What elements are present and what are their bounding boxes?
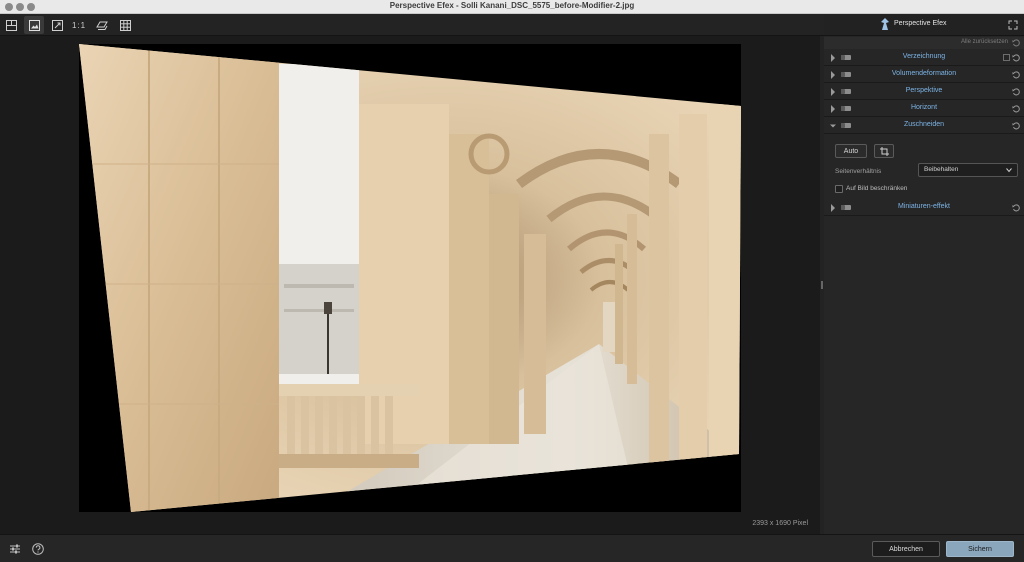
section-toggle[interactable]: [841, 205, 851, 210]
section-verzeichnung[interactable]: Verzeichnung: [824, 50, 1024, 66]
help-icon[interactable]: [32, 543, 44, 555]
section-label: Zuschneiden: [903, 121, 945, 128]
section-volumendeformation[interactable]: Volumendeformation: [824, 67, 1024, 83]
section-horizont[interactable]: Horizont: [824, 101, 1024, 117]
grid-button[interactable]: [115, 16, 135, 34]
app-window: Perspective Efex - Solli Kanani_DSC_5575…: [0, 0, 1024, 562]
reset-icon[interactable]: [1012, 204, 1020, 212]
constrain-to-image-checkbox[interactable]: [835, 185, 843, 193]
aspect-ratio-select[interactable]: Beibehalten: [918, 163, 1018, 177]
perspective-efex-logo-icon: [881, 18, 889, 30]
view-toolbar: 1:1: [0, 14, 824, 36]
layers-icon: [96, 21, 108, 30]
section-zuschneiden[interactable]: Zuschneiden: [824, 118, 1024, 134]
copy-icon[interactable]: [1003, 54, 1010, 61]
fit-view-icon: [51, 19, 63, 31]
reset-icon[interactable]: [1012, 122, 1020, 130]
chevron-right-icon[interactable]: [830, 54, 836, 62]
reset-icon[interactable]: [1012, 88, 1020, 96]
section-toggle[interactable]: [841, 55, 851, 60]
photo-image: [79, 44, 741, 512]
fullscreen-icon[interactable]: [1008, 20, 1018, 30]
reset-icon[interactable]: [1012, 71, 1020, 79]
reset-all-row: Alle zurücksetzen: [824, 37, 1024, 49]
zoom-1-1-button[interactable]: 1:1: [69, 16, 89, 34]
reset-icon[interactable]: [1012, 105, 1020, 113]
resize-grip: [821, 281, 823, 289]
chevron-down-icon[interactable]: [830, 122, 836, 130]
save-button[interactable]: Sichern: [946, 541, 1014, 557]
split-view-button[interactable]: [1, 16, 21, 34]
reset-icon[interactable]: [1012, 54, 1020, 62]
crop-tool-button[interactable]: [874, 144, 894, 158]
chevron-right-icon[interactable]: [830, 105, 836, 113]
adjustments-panel: Perspective Efex Alle zurücksetzen Verze…: [824, 14, 1024, 534]
single-view-button[interactable]: [24, 16, 44, 34]
section-label: Perspektive: [905, 87, 943, 94]
title-bar: Perspective Efex - Solli Kanani_DSC_5575…: [0, 0, 1024, 14]
section-toggle[interactable]: [841, 89, 851, 94]
panel-title: Perspective Efex: [894, 20, 947, 27]
grid-icon: [119, 19, 131, 31]
auto-crop-button[interactable]: Auto: [835, 144, 867, 158]
photo-preview[interactable]: [79, 44, 741, 512]
section-toggle[interactable]: [841, 123, 851, 128]
window-title: Perspective Efex - Solli Kanani_DSC_5575…: [389, 1, 635, 10]
cancel-button[interactable]: Abbrechen: [872, 541, 940, 557]
image-canvas[interactable]: 2393 x 1690 Pixel: [0, 36, 820, 534]
chevron-right-icon[interactable]: [830, 88, 836, 96]
chevron-down-icon: [1006, 168, 1012, 173]
section-toggle[interactable]: [841, 106, 851, 111]
section-label: Volumendeformation: [891, 70, 957, 77]
section-perspektive[interactable]: Perspektive: [824, 84, 1024, 100]
image-pixel-size: 2393 x 1690 Pixel: [752, 520, 808, 527]
single-view-icon: [28, 19, 40, 31]
section-label: Verzeichnung: [902, 53, 946, 60]
fit-view-button[interactable]: [47, 16, 67, 34]
bottom-bar: Abbrechen Sichern: [0, 534, 1024, 562]
panel-header: Perspective Efex: [824, 14, 1024, 36]
chevron-right-icon[interactable]: [830, 71, 836, 79]
aspect-ratio-value: Beibehalten: [924, 166, 959, 173]
reset-all-button[interactable]: Alle zurücksetzen: [961, 39, 1008, 45]
settings-sliders-icon[interactable]: [9, 543, 21, 555]
section-label: Horizont: [910, 104, 938, 111]
section-miniaturen-effekt[interactable]: Miniaturen-effekt: [824, 200, 1024, 216]
constrain-to-image-label: Auf Bild beschränken: [846, 185, 908, 192]
section-toggle[interactable]: [841, 72, 851, 77]
crop-icon: [879, 146, 889, 156]
chevron-right-icon[interactable]: [830, 204, 836, 212]
section-label: Miniaturen-effekt: [897, 203, 950, 210]
reset-all-icon[interactable]: [1012, 39, 1020, 47]
aspect-ratio-label: Seitenverhältnis: [835, 168, 882, 175]
zoom-label: 1:1: [71, 20, 87, 30]
split-view-icon: [5, 19, 17, 31]
layers-button[interactable]: [92, 16, 112, 34]
